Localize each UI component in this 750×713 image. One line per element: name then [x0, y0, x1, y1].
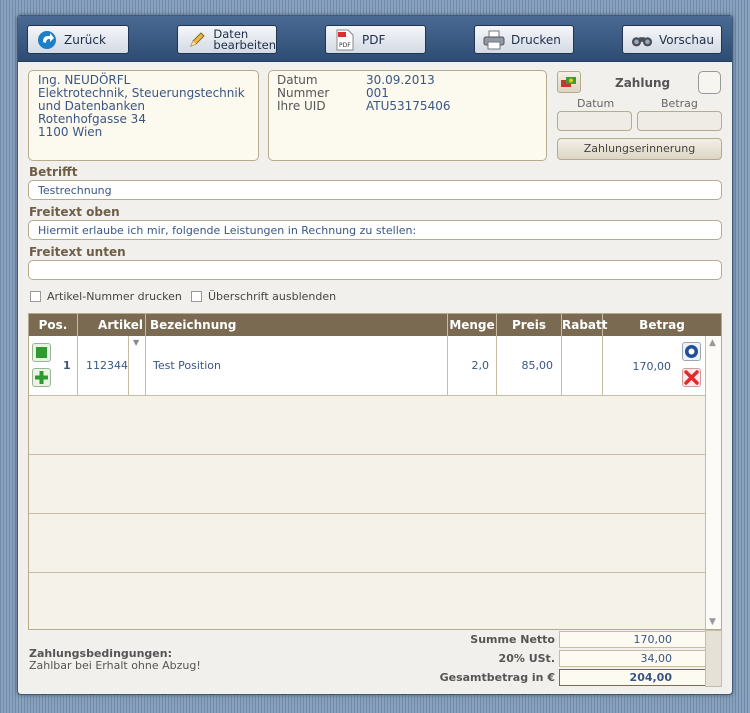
col-amount[interactable]: Betrag — [603, 314, 721, 336]
pdf-label: PDF — [362, 32, 386, 47]
address-line: 1100 Wien — [38, 125, 103, 139]
payment-title: Zahlung — [615, 76, 671, 90]
row-divider — [29, 513, 705, 514]
uid-label: Ihre UID — [277, 99, 326, 113]
back-label: Zurück — [64, 32, 106, 47]
payment-reminder-button[interactable]: Zahlungserinnerung — [557, 138, 722, 160]
description-cell[interactable]: Test Position — [146, 336, 448, 395]
vat-value: 34,00 — [559, 650, 707, 667]
payment-date-label: Datum — [577, 97, 615, 110]
print-article-number-label: Artikel-Nummer drucken — [47, 290, 182, 303]
print-button[interactable]: Drucken — [474, 25, 574, 54]
article-dropdown[interactable]: ▼ — [129, 336, 146, 395]
col-article[interactable]: Artikel — [78, 314, 146, 336]
table-header: Pos. Artikel Bezeichnung Menge Preis Rab… — [29, 314, 721, 336]
invoice-meta[interactable]: Datum 30.09.2013 Nummer 001 Ihre UID ATU531… — [268, 70, 547, 161]
select-row-icon[interactable] — [32, 343, 51, 362]
pencil-icon — [186, 29, 207, 51]
discount-cell[interactable] — [562, 336, 603, 395]
amount-value: 170,00 — [632, 360, 672, 373]
row-divider — [29, 454, 705, 455]
quantity-cell[interactable]: 2,0 — [448, 336, 497, 395]
col-discount[interactable]: Rabatt — [562, 314, 608, 336]
empty-rows — [29, 395, 705, 631]
pdf-button[interactable]: PDF PDF — [325, 25, 426, 54]
subject-label: Betrifft — [29, 165, 78, 179]
quantity-value: 2,0 — [471, 359, 490, 372]
payment-money-icon[interactable] — [557, 71, 581, 93]
price-value: 85,00 — [521, 359, 554, 372]
edit-data-button[interactable]: Daten bearbeiten — [177, 25, 277, 54]
recipient-address[interactable]: Ing. NEUDÖRFL Elektrotechnik, Steuerungs… — [28, 70, 259, 161]
vat-label: 20% USt. — [498, 652, 555, 665]
checkbox-box[interactable] — [30, 291, 41, 302]
payment-checkbox[interactable] — [698, 71, 721, 94]
text-top-label: Freitext oben — [29, 205, 120, 219]
preview-button[interactable]: Vorschau — [622, 25, 722, 54]
positions-table: Pos. Artikel Bezeichnung Menge Preis Rab… — [28, 313, 722, 630]
text-top-input[interactable]: Hiermit erlaube ich mir, folgende Leistu… — [28, 220, 722, 240]
totals-side-column — [705, 630, 722, 687]
price-cell[interactable]: 85,00 — [497, 336, 562, 395]
text-bottom-label: Freitext unten — [29, 245, 126, 259]
preview-label: Vorschau — [659, 32, 714, 47]
delete-row-icon[interactable] — [682, 368, 701, 387]
amount-cell: 170,00 — [603, 336, 705, 395]
scroll-up-icon[interactable]: ▲ — [709, 338, 716, 348]
description-value: Test Position — [153, 359, 221, 372]
toolbar: Zurück Daten bearbeiten PDF PDF Drucken — [18, 16, 732, 62]
pos-value: 1 — [63, 359, 71, 372]
payment-conditions-text: Zahlbar bei Erhalt ohne Abzug! — [29, 659, 201, 672]
col-quantity[interactable]: Menge — [448, 314, 497, 336]
back-arrow-icon — [36, 29, 58, 51]
uid-value: ATU53175406 — [366, 99, 451, 113]
print-label: Drucken — [511, 32, 561, 47]
net-total-value: 170,00 — [559, 631, 707, 648]
add-row-icon[interactable] — [32, 368, 51, 387]
row-divider — [29, 395, 705, 396]
payment-date-input[interactable] — [557, 111, 632, 131]
row-settings-icon[interactable] — [682, 342, 701, 361]
edit-data-label: Daten bearbeiten — [213, 28, 276, 52]
text-bottom-input[interactable] — [28, 260, 722, 280]
payment-amount-label: Betrag — [661, 97, 698, 110]
table-scrollbar[interactable]: ▲ ▼ — [705, 336, 721, 629]
pdf-file-icon: PDF — [334, 29, 356, 51]
pos-cell: 1 — [29, 336, 78, 395]
row-divider — [29, 572, 705, 573]
gross-total-label: Gesamtbetrag in € — [439, 671, 555, 684]
article-cell[interactable]: 112344 — [78, 336, 129, 395]
payment-amount-input[interactable] — [637, 111, 722, 131]
subject-input[interactable]: Testrechnung — [28, 180, 722, 200]
article-value: 112344 — [86, 359, 128, 372]
table-row[interactable]: 1 112344 ▼ Test Position 2,0 85,00 170,0… — [29, 336, 705, 395]
col-pos[interactable]: Pos. — [29, 314, 78, 336]
hide-heading-label: Überschrift ausblenden — [208, 290, 337, 303]
printer-icon — [483, 29, 505, 51]
binoculars-icon — [631, 29, 653, 51]
edit-data-label-line2: bearbeiten — [213, 37, 276, 52]
chevron-down-icon: ▼ — [133, 338, 140, 347]
hide-heading-checkbox[interactable]: Überschrift ausblenden — [191, 290, 336, 303]
gross-total-value: 204,00 — [559, 669, 707, 686]
invoice-window: Zurück Daten bearbeiten PDF PDF Drucken — [17, 15, 733, 695]
scroll-down-icon[interactable]: ▼ — [709, 617, 716, 627]
col-description[interactable]: Bezeichnung — [146, 314, 448, 336]
net-total-label: Summe Netto — [470, 633, 555, 646]
col-price[interactable]: Preis — [497, 314, 562, 336]
back-button[interactable]: Zurück — [27, 25, 129, 54]
checkbox-box[interactable] — [191, 291, 202, 302]
svg-text:PDF: PDF — [339, 42, 351, 49]
print-article-number-checkbox[interactable]: Artikel-Nummer drucken — [30, 290, 182, 303]
